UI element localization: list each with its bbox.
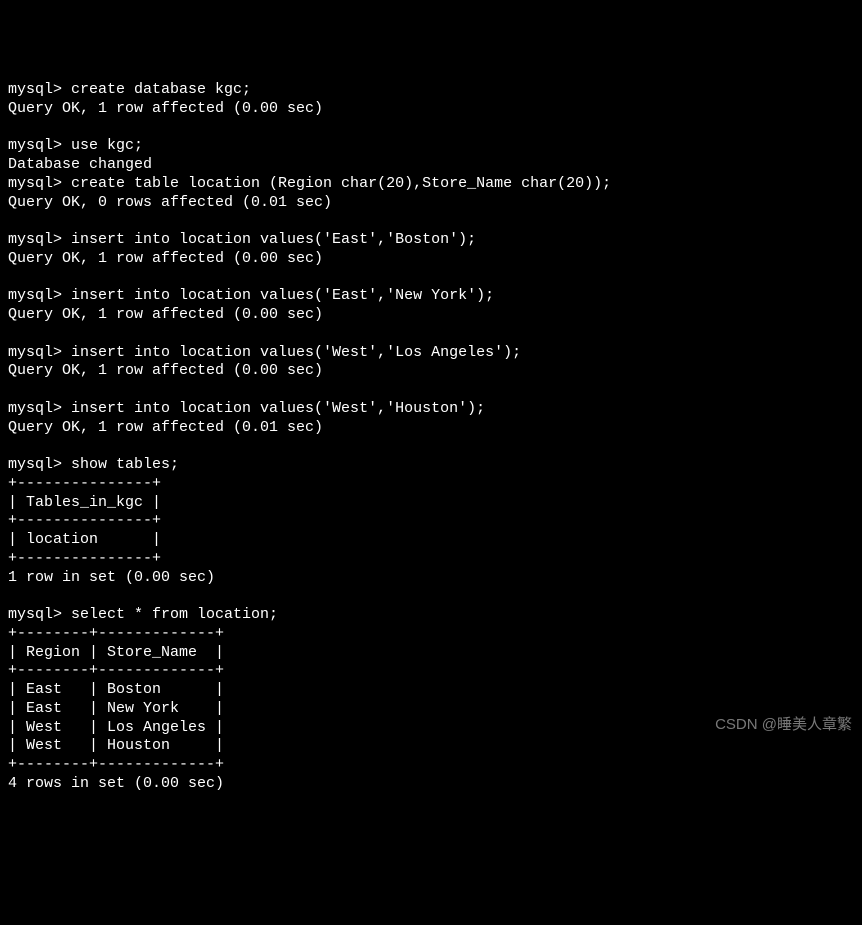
cmd-show-tables: show tables; xyxy=(71,456,179,473)
prompt: mysql> xyxy=(8,400,71,417)
cmd-use-db: use kgc; xyxy=(71,137,143,154)
prompt: mysql> xyxy=(8,137,71,154)
table-border: +---------------+ xyxy=(8,475,161,492)
response: 1 row in set (0.00 sec) xyxy=(8,569,215,586)
table-border: +---------------+ xyxy=(8,512,161,529)
response: Query OK, 0 rows affected (0.01 sec) xyxy=(8,194,332,211)
cmd-create-db: create database kgc; xyxy=(71,81,251,98)
mysql-terminal[interactable]: mysql> create database kgc; Query OK, 1 … xyxy=(8,81,854,794)
response: Query OK, 1 row affected (0.00 sec) xyxy=(8,250,323,267)
response: Query OK, 1 row affected (0.00 sec) xyxy=(8,100,323,117)
cmd-create-table: create table location (Region char(20),S… xyxy=(71,175,611,192)
table-row: | location | xyxy=(8,531,161,548)
prompt: mysql> xyxy=(8,606,71,623)
table-border: +--------+-------------+ xyxy=(8,756,224,773)
prompt: mysql> xyxy=(8,175,71,192)
table-row: | East | Boston | xyxy=(8,681,224,698)
prompt: mysql> xyxy=(8,344,71,361)
cmd-select: select * from location; xyxy=(71,606,278,623)
prompt: mysql> xyxy=(8,231,71,248)
response: Query OK, 1 row affected (0.00 sec) xyxy=(8,306,323,323)
table-row: | West | Los Angeles | xyxy=(8,719,224,736)
prompt: mysql> xyxy=(8,81,71,98)
response: Database changed xyxy=(8,156,152,173)
cmd-insert: insert into location values('West','Hous… xyxy=(71,400,485,417)
table-border: +---------------+ xyxy=(8,550,161,567)
response: 4 rows in set (0.00 sec) xyxy=(8,775,224,792)
prompt: mysql> xyxy=(8,456,71,473)
prompt: mysql> xyxy=(8,287,71,304)
response: Query OK, 1 row affected (0.00 sec) xyxy=(8,362,323,379)
cmd-insert: insert into location values('East','Bost… xyxy=(71,231,476,248)
cmd-insert: insert into location values('East','New … xyxy=(71,287,494,304)
table-row: | East | New York | xyxy=(8,700,224,717)
table-header: | Region | Store_Name | xyxy=(8,644,224,661)
table-border: +--------+-------------+ xyxy=(8,662,224,679)
response: Query OK, 1 row affected (0.01 sec) xyxy=(8,419,323,436)
cmd-insert: insert into location values('West','Los … xyxy=(71,344,521,361)
table-border: +--------+-------------+ xyxy=(8,625,224,642)
table-header: | Tables_in_kgc | xyxy=(8,494,161,511)
table-row: | West | Houston | xyxy=(8,737,224,754)
watermark: CSDN @睡美人章繁 xyxy=(715,716,852,735)
